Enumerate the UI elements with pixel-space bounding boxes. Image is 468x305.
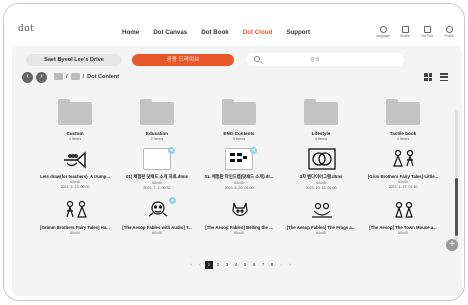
folder-icon bbox=[58, 99, 92, 125]
next-page-button[interactable]: › bbox=[277, 261, 285, 269]
page-1[interactable]: 1 bbox=[205, 261, 213, 269]
back-button[interactable]: ‹ bbox=[22, 72, 33, 83]
folder-item[interactable]: Lifestyle 4 Items bbox=[280, 99, 362, 141]
folder-icon bbox=[386, 99, 420, 125]
folder-item[interactable]: Education 2 Items bbox=[116, 99, 198, 141]
app-window: dot Home Dot Canvas Dot Book Dot Cloud S… bbox=[3, 3, 465, 301]
audio-badge-icon: ◀) bbox=[169, 197, 176, 204]
folder-icon bbox=[70, 73, 80, 80]
file-thumbnail: ◀) bbox=[225, 147, 257, 170]
folder-icon bbox=[304, 99, 338, 125]
audio-badge-icon: ◀) bbox=[168, 147, 175, 154]
cat-thumbnail bbox=[225, 199, 253, 221]
language-icon bbox=[379, 26, 387, 33]
dot-pad-button[interactable]: Dot Pad bbox=[418, 26, 436, 38]
pagination: « ‹ 1 2 3 4 5 6 7 8 › » bbox=[187, 261, 294, 269]
page-4[interactable]: 4 bbox=[232, 261, 240, 269]
search-placeholder: 검색 bbox=[310, 57, 320, 63]
page-5[interactable]: 5 bbox=[241, 261, 249, 269]
profile-button[interactable]: Profile bbox=[440, 26, 458, 38]
folder-icon bbox=[140, 99, 174, 125]
folder-item[interactable]: ENG Contents 3 Items bbox=[198, 99, 280, 141]
file-item[interactable]: [Grimm Brothers Fairy Tales] Ha... 60x40 bbox=[34, 199, 116, 235]
header: dot Home Dot Canvas Dot Book Dot Cloud S… bbox=[4, 4, 464, 44]
first-page-button[interactable]: « bbox=[187, 261, 195, 269]
last-page-button[interactable]: » bbox=[286, 261, 294, 269]
page-3[interactable]: 3 bbox=[223, 261, 231, 269]
breadcrumb-separator: / bbox=[82, 73, 85, 80]
folder-icon bbox=[222, 99, 256, 125]
folder-row: Custom 3 Items Education 2 Items ENG Conte… bbox=[34, 99, 444, 141]
breadcrumb-separator: / bbox=[66, 73, 68, 80]
main-nav: Home Dot Canvas Dot Book Dot Cloud Suppo… bbox=[122, 29, 324, 36]
trumpet-thumbnail bbox=[61, 148, 89, 170]
prev-page-button[interactable]: ‹ bbox=[196, 261, 204, 269]
file-item[interactable]: [Grim Brothers Fairy Tales] Little... 60… bbox=[362, 148, 444, 190]
profile-icon bbox=[445, 26, 453, 33]
fairy-tale-thumbnail bbox=[389, 148, 417, 170]
view-toggle bbox=[424, 73, 448, 81]
file-item[interactable]: [The Aesop Fables] The Frogs a... 60x40 bbox=[280, 199, 362, 235]
page-7[interactable]: 7 bbox=[259, 261, 267, 269]
logo[interactable]: dot bbox=[18, 24, 34, 34]
audio-badge-icon: ◀) bbox=[250, 147, 257, 154]
forward-button[interactable]: › bbox=[36, 72, 47, 83]
file-item[interactable]: [The Aesop] The Town Mouse a... 60x40 bbox=[362, 199, 444, 235]
file-item[interactable]: ◀) [The Aesop Fables with Audio] T... 60… bbox=[116, 197, 198, 235]
frog-thumbnail bbox=[307, 199, 335, 221]
mouse-thumbnail bbox=[389, 199, 417, 221]
nav-support[interactable]: Support bbox=[286, 29, 310, 36]
nav-home[interactable]: Home bbox=[122, 29, 139, 36]
my-drive-tab[interactable]: Saet Byeol Lee's Drive bbox=[26, 54, 122, 66]
file-row: Lets draw(for teachers)_A trump... 60x40… bbox=[34, 147, 444, 190]
grid-view-icon[interactable] bbox=[424, 73, 432, 81]
file-item[interactable]: ◀) 01. 체험판 마인드맵(닷패드 소개).dt... 60x40 2023… bbox=[198, 147, 280, 190]
header-actions: Language Mobile Dot Pad Profile bbox=[374, 26, 458, 38]
mobile-button[interactable]: Mobile bbox=[396, 26, 414, 38]
file-thumbnail: ◀) bbox=[143, 147, 175, 170]
file-item[interactable]: 3차 벤다이어그램.dtms 60x40 2023. 10. 13. 01:00 bbox=[280, 148, 362, 190]
venn-diagram-thumbnail bbox=[307, 148, 336, 170]
file-item[interactable]: Lets draw(for teachers)_A trump... 60x40… bbox=[34, 148, 116, 190]
search-icon bbox=[254, 56, 260, 62]
dot-pad-icon bbox=[423, 26, 431, 33]
scrollbar[interactable] bbox=[455, 110, 458, 245]
search-input[interactable]: 검색 bbox=[246, 53, 404, 66]
drive-content: Saet Byeol Lee's Drive 공동 드라이브 검색 ‹ › / … bbox=[12, 46, 462, 296]
scrollbar-thumb[interactable] bbox=[455, 178, 458, 236]
file-item[interactable]: [The Aesop Fables] Belling the ... 60x40 bbox=[198, 199, 280, 235]
page-6[interactable]: 6 bbox=[250, 261, 258, 269]
folder-item[interactable]: Tactile book 4 Items bbox=[362, 99, 444, 141]
file-row: [Grimm Brothers Fairy Tales] Ha... 60x40… bbox=[34, 197, 444, 235]
fable-thumbnail: ◀) bbox=[143, 197, 176, 221]
mobile-icon bbox=[401, 26, 409, 33]
nav-dot-cloud[interactable]: Dot Cloud bbox=[243, 29, 273, 36]
folder-icon bbox=[54, 73, 63, 80]
breadcrumb: / / Dot Content bbox=[54, 73, 119, 80]
page-2[interactable]: 2 bbox=[214, 261, 222, 269]
page-8[interactable]: 8 bbox=[268, 261, 276, 269]
list-view-icon[interactable] bbox=[440, 73, 448, 81]
folder-item[interactable]: Custom 3 Items bbox=[34, 99, 116, 141]
add-button[interactable]: + bbox=[446, 239, 458, 251]
file-item[interactable]: ◀) 01) 체험판 닷패드 소개 자료.dtms 60x40 2023. 7.… bbox=[116, 147, 198, 190]
fairy-tale-thumbnail bbox=[61, 199, 89, 221]
language-button[interactable]: Language bbox=[374, 26, 392, 38]
nav-dot-canvas[interactable]: Dot Canvas bbox=[153, 29, 187, 36]
shared-drive-tab[interactable]: 공동 드라이브 bbox=[132, 54, 234, 66]
nav-dot-book[interactable]: Dot Book bbox=[201, 29, 229, 36]
breadcrumb-current[interactable]: Dot Content bbox=[87, 74, 119, 80]
